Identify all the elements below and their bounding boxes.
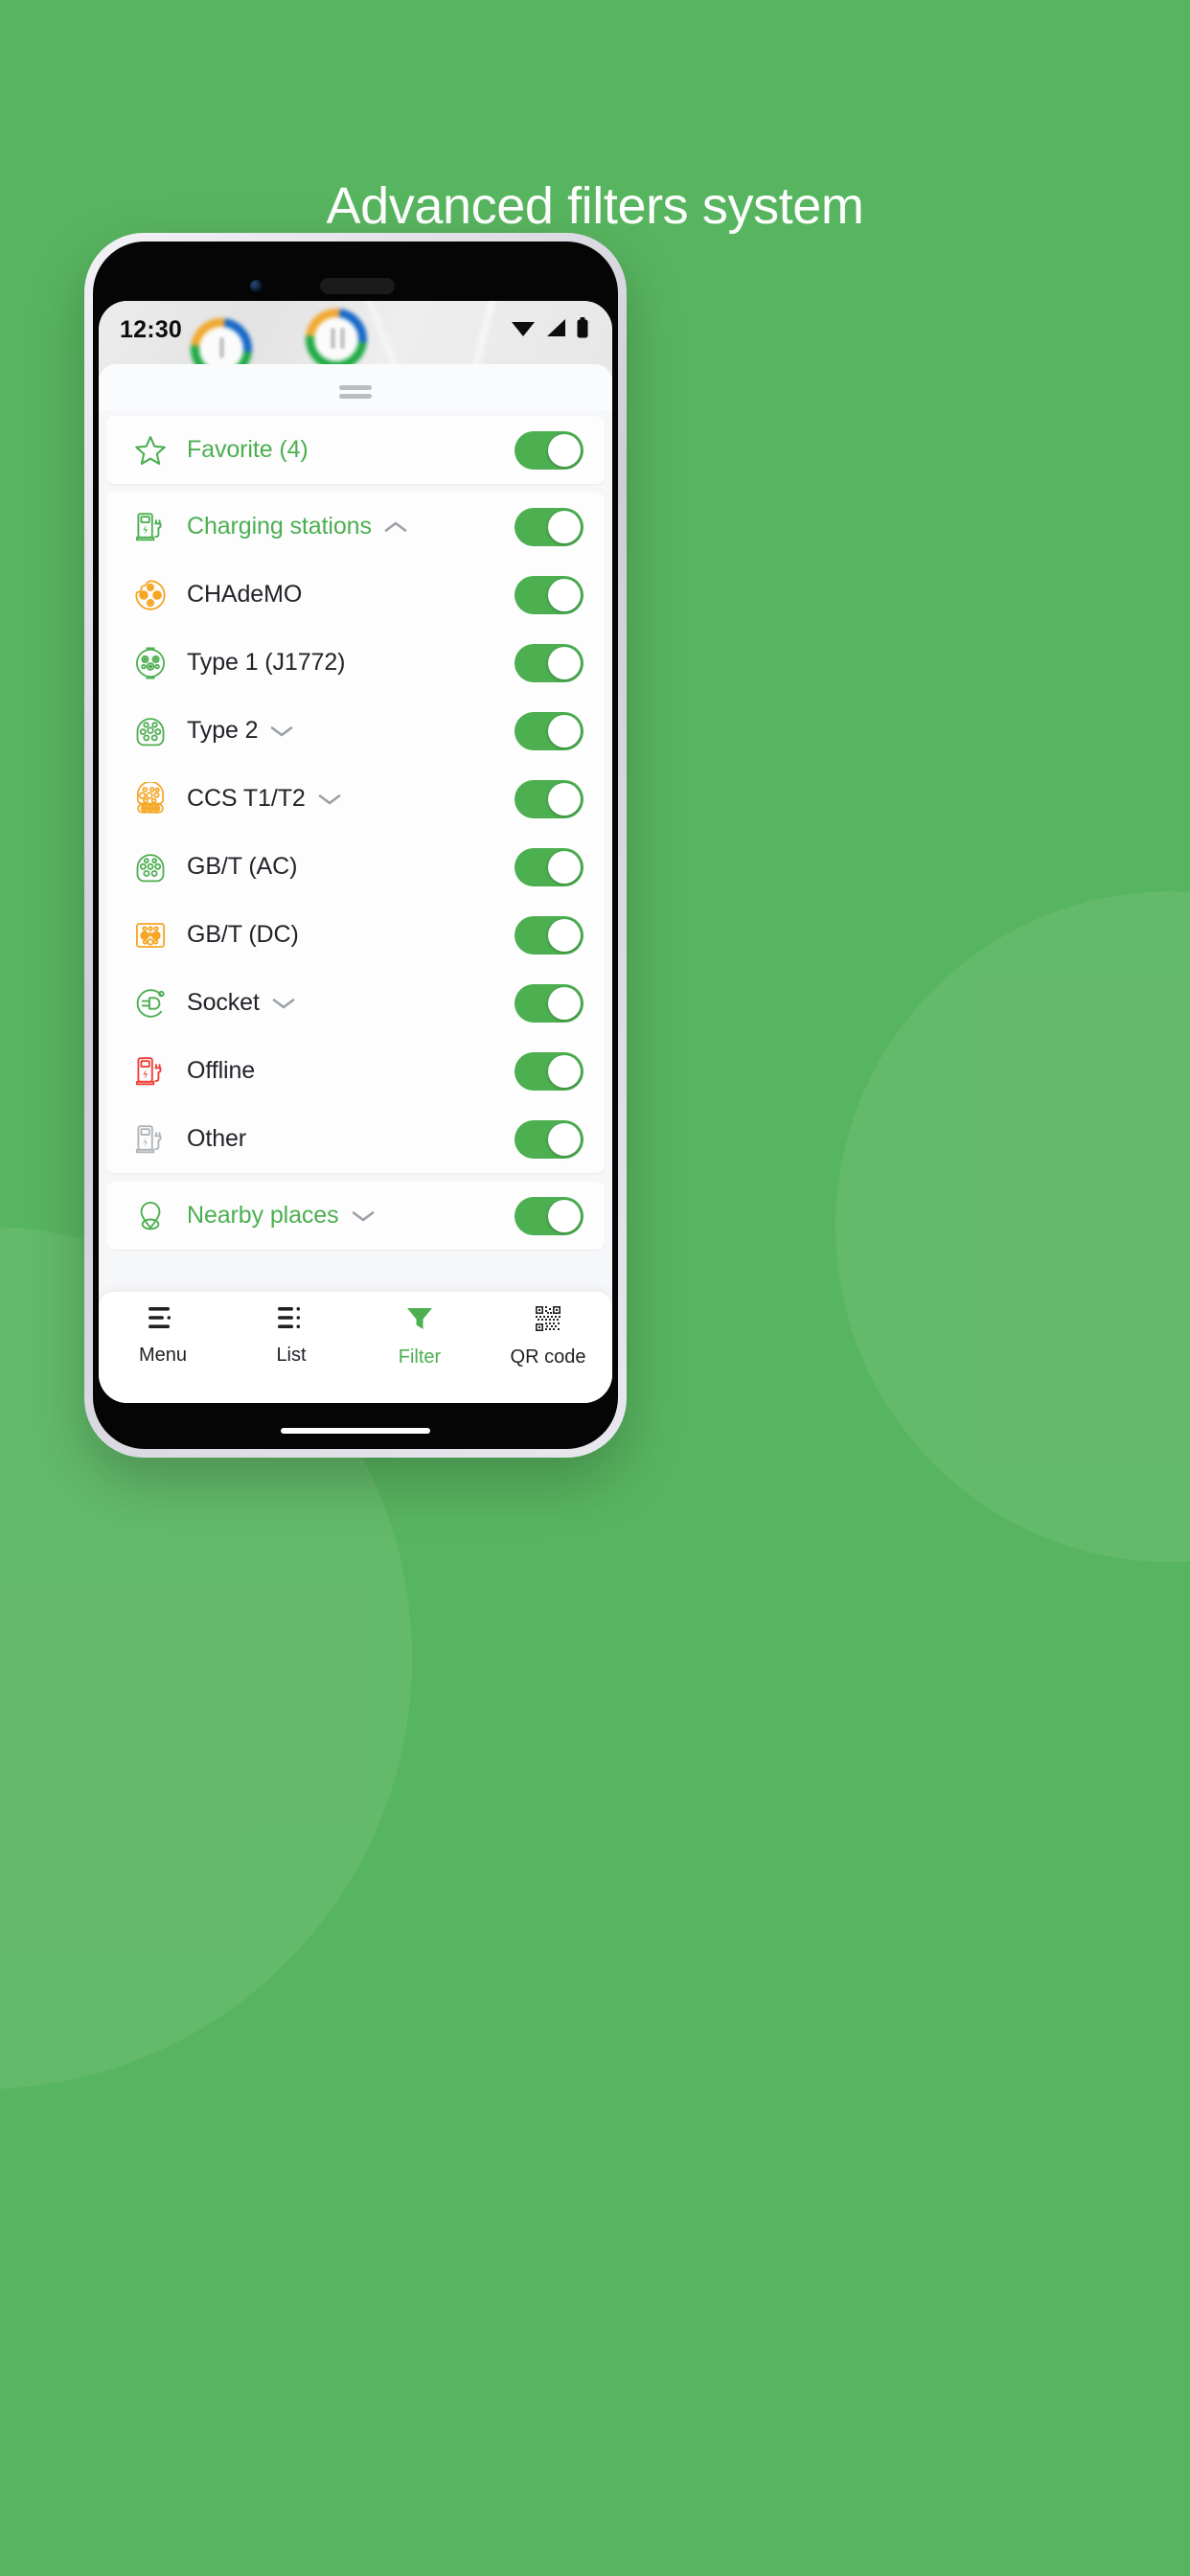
- filter-row-chademo[interactable]: CHAdeMO: [106, 561, 605, 629]
- filter-row-label: GB/T (DC): [187, 921, 515, 949]
- wifi-icon: [511, 318, 536, 342]
- nav-label: Filter: [398, 1346, 442, 1368]
- toggle-gbt-dc[interactable]: [515, 915, 584, 954]
- filter-row-type2[interactable]: Type 2: [106, 697, 605, 765]
- battery-icon: [576, 316, 589, 343]
- filter-row-label: Favorite (4): [187, 436, 515, 464]
- toggle-gbt-ac[interactable]: [515, 847, 584, 886]
- filter-row-charging-stations[interactable]: Charging stations: [106, 493, 605, 561]
- filter-row-socket[interactable]: Socket: [106, 969, 605, 1037]
- label-text: GB/T (AC): [187, 853, 298, 880]
- toggle-nearby-places[interactable]: [515, 1196, 584, 1235]
- filter-row-offline[interactable]: Offline: [106, 1037, 605, 1105]
- filter-row-other[interactable]: Other: [106, 1105, 605, 1173]
- toggle-socket[interactable]: [515, 983, 584, 1023]
- filter-row-label: Nearby places: [187, 1202, 515, 1230]
- label-text: Type 1 (J1772): [187, 649, 346, 676]
- label-text: Socket: [187, 989, 260, 1016]
- filter-row-label: Offline: [187, 1057, 515, 1085]
- star-outline-icon: [129, 432, 172, 469]
- ccs-connector-icon: [129, 781, 172, 816]
- nav-label: List: [276, 1345, 307, 1366]
- sheet-drag-handle[interactable]: [99, 364, 612, 410]
- label-text: Charging stations: [187, 513, 372, 540]
- filter-group-nearby-places: Nearby places: [106, 1182, 605, 1250]
- filters-list: Favorite (4) Charging stations CHAdeMO T…: [99, 410, 612, 1292]
- phone-mockup: 12:30 Favorite (4) Charging stations CHA…: [84, 233, 627, 1458]
- label-text: Offline: [187, 1057, 256, 1084]
- chevron-down-icon[interactable]: [271, 996, 296, 1011]
- drag-handle-icon: [339, 384, 372, 399]
- toggle-chademo[interactable]: [515, 575, 584, 614]
- label-text: Other: [187, 1125, 247, 1152]
- chevron-down-icon[interactable]: [317, 792, 342, 807]
- background-blob-right: [835, 891, 1190, 1562]
- nav-item-menu[interactable]: Menu: [99, 1305, 227, 1367]
- toggle-favorite[interactable]: [515, 430, 584, 470]
- filter-row-label: Other: [187, 1125, 515, 1153]
- filters-bottom-sheet: Favorite (4) Charging stations CHAdeMO T…: [99, 364, 612, 1403]
- type1-connector-icon: [129, 646, 172, 680]
- filter-row-label: CCS T1/T2: [187, 785, 515, 813]
- toggle-charging-stations[interactable]: [515, 507, 584, 546]
- label-text: Nearby places: [187, 1202, 339, 1229]
- chademo-connector-icon: [129, 578, 172, 612]
- chevron-down-icon[interactable]: [351, 1208, 376, 1224]
- list-icon: [275, 1305, 308, 1335]
- qr-code-icon: [535, 1305, 561, 1337]
- filter-row-gbt-ac[interactable]: GB/T (AC): [106, 833, 605, 901]
- gbt-dc-connector-icon: [129, 918, 172, 953]
- label-text: Type 2: [187, 717, 259, 744]
- toggle-type1[interactable]: [515, 643, 584, 682]
- earpiece-speaker: [320, 278, 395, 294]
- label-text: GB/T (DC): [187, 921, 299, 948]
- home-indicator: [281, 1428, 430, 1434]
- app-viewport: 12:30 Favorite (4) Charging stations CHA…: [99, 301, 612, 1403]
- filter-row-ccs[interactable]: CCS T1/T2: [106, 765, 605, 833]
- nav-item-list[interactable]: List: [227, 1305, 355, 1367]
- cellular-signal-icon: [544, 318, 567, 342]
- page-title: Advanced filters system: [326, 177, 864, 235]
- nav-item-filter[interactable]: Filter: [355, 1305, 484, 1368]
- status-time: 12:30: [120, 315, 182, 343]
- filter-row-nearby-places[interactable]: Nearby places: [106, 1182, 605, 1250]
- filter-row-label: Socket: [187, 989, 515, 1017]
- toggle-other[interactable]: [515, 1119, 584, 1159]
- nav-item-qr-code[interactable]: QR code: [484, 1305, 612, 1368]
- filter-group-charging-stations: Charging stations CHAdeMO Type 1 (J1772)…: [106, 493, 605, 1173]
- toggle-type2[interactable]: [515, 711, 584, 750]
- filter-row-label: Type 2: [187, 717, 515, 745]
- filter-row-label: GB/T (AC): [187, 853, 515, 881]
- filter-funnel-icon: [405, 1305, 434, 1337]
- status-icons: [511, 316, 589, 343]
- front-camera-icon: [250, 280, 263, 292]
- bottom-navigation: Menu List Filter QR code: [99, 1292, 612, 1403]
- label-text: CCS T1/T2: [187, 785, 306, 812]
- filter-row-gbt-dc[interactable]: GB/T (DC): [106, 901, 605, 969]
- toggle-ccs[interactable]: [515, 779, 584, 818]
- other-station-icon: [129, 1122, 172, 1157]
- charging-station-icon: [129, 510, 172, 544]
- socket-plug-icon: [129, 986, 172, 1021]
- phone-screen: 12:30 Favorite (4) Charging stations CHA…: [93, 242, 618, 1449]
- menu-icon: [147, 1305, 179, 1335]
- filter-row-label: Type 1 (J1772): [187, 649, 515, 677]
- label-text: CHAdeMO: [187, 581, 303, 608]
- toggle-offline[interactable]: [515, 1051, 584, 1091]
- map-pin-icon: [129, 1199, 172, 1233]
- nav-label: QR code: [510, 1346, 586, 1368]
- chevron-up-icon[interactable]: [383, 519, 408, 535]
- nav-label: Menu: [138, 1345, 188, 1366]
- filter-row-type1[interactable]: Type 1 (J1772): [106, 629, 605, 697]
- gbt-ac-connector-icon: [129, 850, 172, 885]
- status-bar: 12:30: [99, 301, 612, 358]
- filter-row-label: CHAdeMO: [187, 581, 515, 609]
- chevron-down-icon[interactable]: [269, 724, 294, 739]
- filter-row-favorite[interactable]: Favorite (4): [106, 416, 605, 484]
- offline-station-icon: [129, 1054, 172, 1089]
- filter-group-favorite: Favorite (4): [106, 416, 605, 484]
- filter-row-label: Charging stations: [187, 513, 515, 540]
- label-text: Favorite (4): [187, 436, 309, 463]
- type2-connector-icon: [129, 714, 172, 748]
